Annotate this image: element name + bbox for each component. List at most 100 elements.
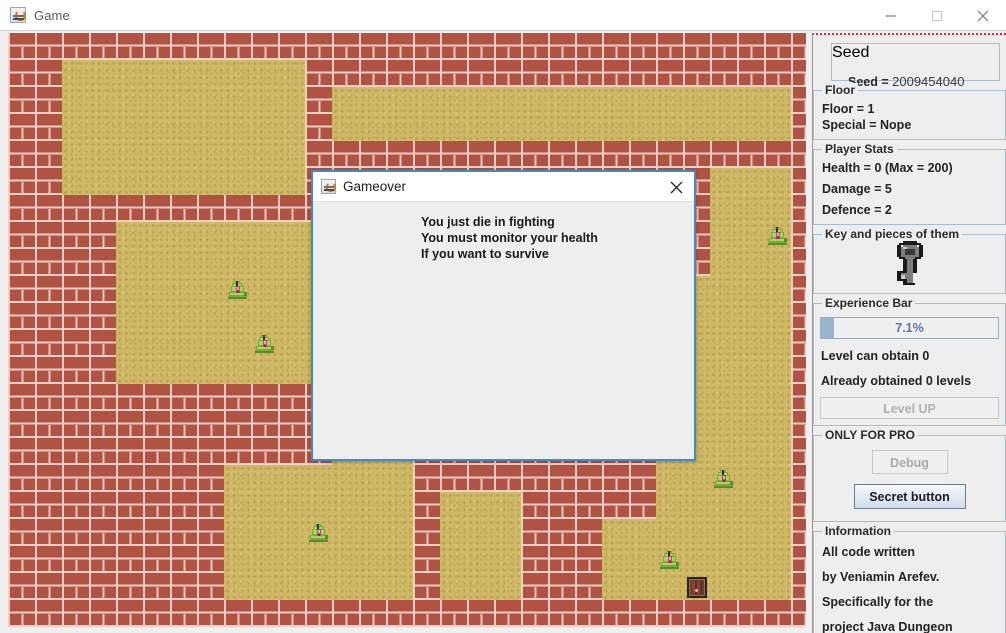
map-tile-wall[interactable]: [62, 249, 89, 276]
map-tile-wall[interactable]: [116, 195, 143, 222]
map-tile-floor[interactable]: [710, 330, 737, 357]
map-tile-wall[interactable]: [8, 573, 35, 600]
map-tile-floor[interactable]: [737, 519, 764, 546]
map-tile-floor[interactable]: [116, 303, 143, 330]
map-tile-wall[interactable]: [35, 33, 62, 60]
map-tile-wall[interactable]: [224, 600, 251, 627]
map-tile-floor[interactable]: [737, 249, 764, 276]
map-tile-wall[interactable]: [8, 465, 35, 492]
map-tile-floor[interactable]: [143, 141, 170, 168]
map-tile-floor[interactable]: [440, 87, 467, 114]
map-tile-floor[interactable]: [89, 141, 116, 168]
map-tile-floor[interactable]: [737, 303, 764, 330]
map-tile-floor[interactable]: [170, 60, 197, 87]
map-tile-wall[interactable]: [62, 546, 89, 573]
map-tile-wall[interactable]: [791, 195, 806, 222]
map-tile-wall[interactable]: [197, 384, 224, 411]
map-tile-wall[interactable]: [170, 573, 197, 600]
map-tile-wall[interactable]: [791, 276, 806, 303]
map-tile-wall[interactable]: [170, 384, 197, 411]
map-tile-wall[interactable]: [386, 141, 413, 168]
map-tile-floor[interactable]: [602, 573, 629, 600]
map-tile-wall[interactable]: [791, 168, 806, 195]
minimize-button[interactable]: [868, 0, 914, 31]
map-tile-wall[interactable]: [575, 573, 602, 600]
map-tile-floor[interactable]: [764, 546, 791, 573]
map-tile-wall[interactable]: [413, 141, 440, 168]
map-tile-wall[interactable]: [62, 573, 89, 600]
map-tile-wall[interactable]: [224, 384, 251, 411]
map-tile-wall[interactable]: [602, 600, 629, 627]
map-tile-wall[interactable]: [764, 141, 791, 168]
map-tile-wall[interactable]: [35, 573, 62, 600]
map-tile-floor[interactable]: [251, 141, 278, 168]
map-tile-wall[interactable]: [116, 33, 143, 60]
map-tile-floor[interactable]: [116, 330, 143, 357]
map-tile-wall[interactable]: [8, 33, 35, 60]
map-tile-floor[interactable]: [440, 546, 467, 573]
map-tile-floor[interactable]: [764, 168, 791, 195]
map-tile-wall[interactable]: [359, 60, 386, 87]
map-tile-wall[interactable]: [791, 357, 806, 384]
map-tile-floor[interactable]: [386, 87, 413, 114]
map-tile-wall[interactable]: [89, 249, 116, 276]
map-tile-wall[interactable]: [35, 384, 62, 411]
map-tile-wall[interactable]: [251, 195, 278, 222]
map-tile-wall[interactable]: [251, 411, 278, 438]
map-tile-floor[interactable]: [197, 303, 224, 330]
map-tile-floor[interactable]: [278, 87, 305, 114]
map-tile-floor[interactable]: [224, 330, 251, 357]
map-tile-wall[interactable]: [521, 573, 548, 600]
map-tile-floor[interactable]: [764, 330, 791, 357]
map-tile-floor[interactable]: [386, 465, 413, 492]
map-tile-floor[interactable]: [575, 114, 602, 141]
map-tile-wall[interactable]: [197, 546, 224, 573]
map-tile-floor[interactable]: [170, 141, 197, 168]
map-tile-wall[interactable]: [575, 519, 602, 546]
map-tile-floor[interactable]: [143, 60, 170, 87]
map-tile-floor[interactable]: [521, 114, 548, 141]
map-tile-slime[interactable]: [305, 519, 332, 546]
map-tile-wall[interactable]: [278, 384, 305, 411]
map-tile-wall[interactable]: [8, 546, 35, 573]
map-tile-floor[interactable]: [278, 60, 305, 87]
map-tile-wall[interactable]: [710, 33, 737, 60]
map-tile-floor[interactable]: [62, 60, 89, 87]
map-tile-floor[interactable]: [170, 222, 197, 249]
map-tile-wall[interactable]: [89, 411, 116, 438]
map-tile-floor[interactable]: [251, 465, 278, 492]
map-tile-floor[interactable]: [467, 519, 494, 546]
map-tile-floor[interactable]: [710, 573, 737, 600]
map-tile-wall[interactable]: [359, 33, 386, 60]
map-tile-wall[interactable]: [89, 546, 116, 573]
map-tile-wall[interactable]: [197, 438, 224, 465]
map-tile-floor[interactable]: [224, 303, 251, 330]
map-tile-wall[interactable]: [332, 141, 359, 168]
map-tile-wall[interactable]: [548, 546, 575, 573]
map-tile-floor[interactable]: [710, 276, 737, 303]
map-tile-floor[interactable]: [737, 357, 764, 384]
map-tile-wall[interactable]: [413, 33, 440, 60]
map-tile-floor[interactable]: [278, 249, 305, 276]
map-tile-wall[interactable]: [440, 141, 467, 168]
map-tile-wall[interactable]: [791, 492, 806, 519]
map-tile-wall[interactable]: [116, 600, 143, 627]
map-tile-floor[interactable]: [764, 249, 791, 276]
map-tile-floor[interactable]: [332, 465, 359, 492]
map-tile-floor[interactable]: [764, 465, 791, 492]
map-tile-wall[interactable]: [548, 33, 575, 60]
map-tile-floor[interactable]: [494, 573, 521, 600]
map-tile-floor[interactable]: [224, 546, 251, 573]
map-tile-floor[interactable]: [764, 195, 791, 222]
map-tile-wall[interactable]: [143, 438, 170, 465]
map-tile-floor[interactable]: [62, 87, 89, 114]
map-tile-floor[interactable]: [710, 411, 737, 438]
map-tile-wall[interactable]: [8, 249, 35, 276]
map-tile-wall[interactable]: [35, 249, 62, 276]
level-up-button[interactable]: Level UP: [820, 397, 999, 419]
map-tile-floor[interactable]: [737, 384, 764, 411]
map-tile-wall[interactable]: [548, 600, 575, 627]
map-tile-floor[interactable]: [629, 519, 656, 546]
map-tile-floor[interactable]: [737, 546, 764, 573]
map-tile-wall[interactable]: [440, 600, 467, 627]
